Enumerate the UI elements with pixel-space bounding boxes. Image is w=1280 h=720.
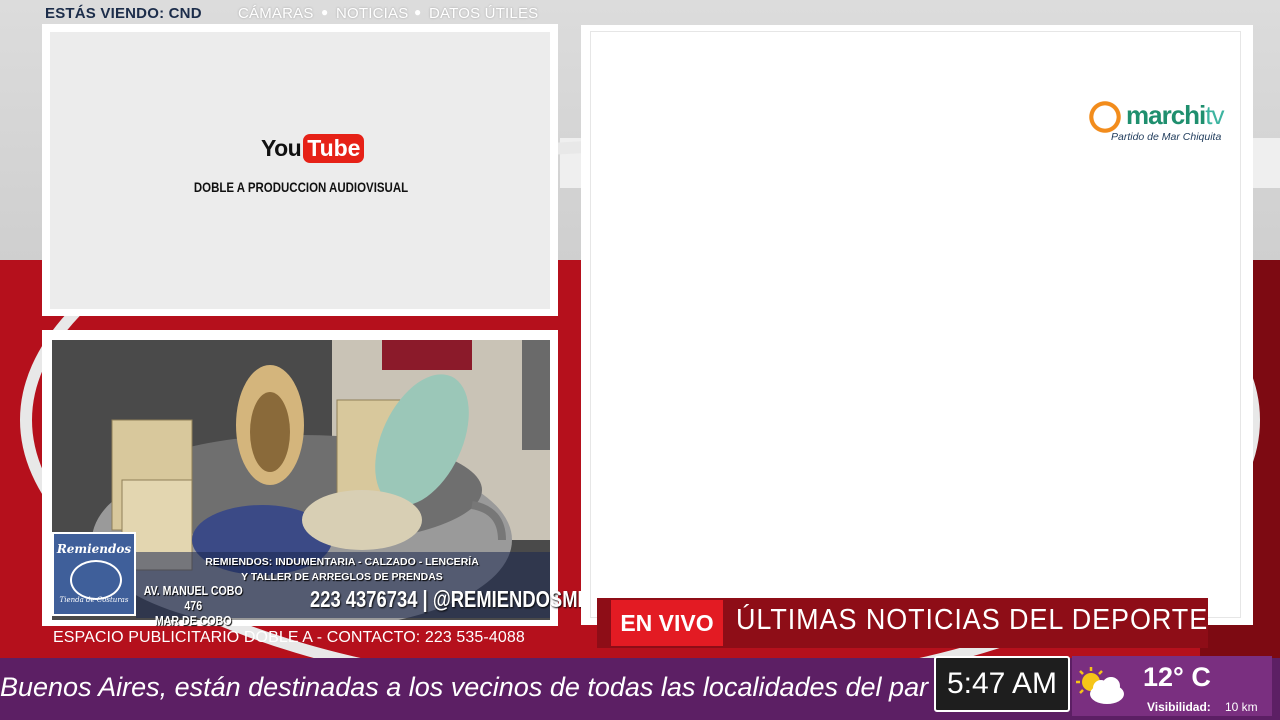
now-watching-label: ESTÁS VIENDO: CND xyxy=(45,5,202,22)
live-badge: EN VIVO xyxy=(611,600,723,646)
nav-separator-dot: ● xyxy=(414,5,422,19)
sewing-machine-icon xyxy=(70,560,122,600)
youtube-panel[interactable] xyxy=(50,32,550,309)
ad-description-line2: Y TALLER DE ARREGLOS DE PRENDAS xyxy=(241,571,443,583)
weather-visibility-label: Visibilidad: xyxy=(1147,700,1211,714)
partly-cloudy-icon xyxy=(1075,666,1127,706)
youtube-caption: DOBLE A PRODUCCION AUDIOVISUAL xyxy=(193,179,409,195)
nav-item-camaras[interactable]: CÁMARAS xyxy=(238,5,314,22)
youtube-logo-you: You xyxy=(261,134,302,161)
channel-logo-name: marchitv xyxy=(1126,100,1225,131)
channel-logo-tv: tv xyxy=(1205,100,1224,130)
youtube-logo: You Tube xyxy=(261,131,365,165)
ad-phone-social: 223 4376734 | @REMIENDOSMDC xyxy=(310,586,605,612)
youtube-logo-tube: Tube xyxy=(303,133,365,163)
news-ticker-text: Buenos Aires, están destinadas a los vec… xyxy=(0,672,929,702)
ad-description-line1: REMIENDOS: INDUMENTARIA - CALZADO - LENC… xyxy=(205,556,479,568)
remiendos-logo-name: Remiendos xyxy=(56,542,132,556)
top-bar: ESTÁS VIENDO: CND CÁMARAS ● NOTICIAS ● D… xyxy=(0,0,1280,26)
live-headline: ÚLTIMAS NOTICIAS DEL DEPORTE xyxy=(736,604,1209,636)
ad-address-street: AV. MANUEL COBO 476 xyxy=(143,584,243,613)
ad-address: AV. MANUEL COBO 476 MAR DE COBO xyxy=(138,584,249,629)
channel-logo-marchi: marchi xyxy=(1126,100,1206,130)
nav-item-noticias[interactable]: NOTICIAS xyxy=(336,5,408,22)
nav-separator-dot: ● xyxy=(321,5,329,19)
clock-time: 5:47 AM xyxy=(934,656,1070,712)
weather-temperature: 12° C xyxy=(1143,662,1211,692)
ad-address-city: MAR DE COBO xyxy=(154,614,232,628)
ad-contact-text: ESPACIO PUBLICITARIO DOBLE A - CONTACTO:… xyxy=(53,629,525,646)
remiendos-logo: Remiendos Tienda de Costuras xyxy=(52,532,136,616)
weather-visibility-value: 10 km xyxy=(1225,700,1258,714)
nav-item-datos-utiles[interactable]: DATOS ÚTILES xyxy=(429,5,538,22)
channel-logo-subtitle: Partido de Mar Chiquita xyxy=(1111,131,1222,143)
